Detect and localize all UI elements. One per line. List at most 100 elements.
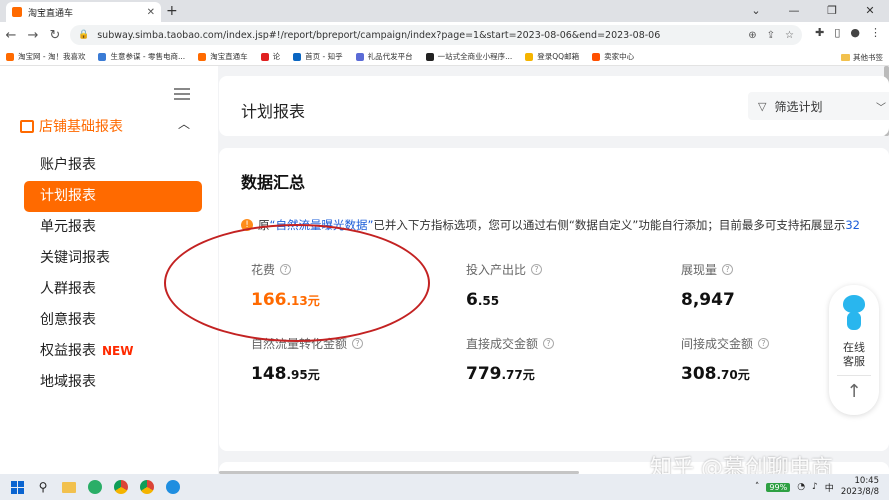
profile-icon[interactable]: ● bbox=[850, 26, 860, 39]
folder-icon bbox=[841, 54, 850, 61]
bookmark-icon bbox=[98, 52, 107, 61]
sidebar-group-label: 店铺基础报表 bbox=[39, 119, 123, 135]
sidebar-item-campaign-report[interactable]: 计划报表 bbox=[24, 181, 202, 212]
sidebar-item-account-report[interactable]: 账户报表 bbox=[24, 150, 202, 181]
new-badge: NEW bbox=[102, 344, 134, 358]
header-card: 计划报表 ▽ 筛选计划 ﹀ bbox=[219, 76, 889, 136]
bookmarks-bar: 淘宝网 - 淘！我喜欢 生意参谋 - 零售电商... 淘宝直通车 论 首页 - … bbox=[0, 48, 889, 66]
extensions-icon[interactable]: ✚ bbox=[815, 26, 824, 39]
sidebar-item-creative-report[interactable]: 创意报表 bbox=[24, 305, 202, 336]
filter-campaign-select[interactable]: ▽ 筛选计划 ﹀ bbox=[748, 92, 889, 120]
clock[interactable]: 10:45 2023/8/8 bbox=[841, 476, 879, 498]
tab-title: 淘宝直通车 bbox=[28, 8, 74, 19]
window-controls: ⌄ — ❐ ✕ bbox=[737, 0, 889, 22]
sidebar-item-unit-report[interactable]: 单元报表 bbox=[24, 212, 202, 243]
bookmark-icon bbox=[592, 52, 601, 61]
input-method-icon[interactable]: 中 bbox=[825, 481, 834, 494]
menu-icon[interactable]: ⋮ bbox=[870, 26, 881, 39]
battery-indicator[interactable]: 99% bbox=[766, 482, 791, 492]
chrome-icon[interactable] bbox=[112, 478, 130, 496]
help-icon[interactable]: ? bbox=[543, 338, 555, 349]
sidebar-item-benefit-report[interactable]: 权益报表 NEW bbox=[24, 336, 202, 367]
url-text: subway.simba.taobao.com/index.jsp#!/repo… bbox=[97, 29, 661, 41]
metric-label: 投入产出比 bbox=[466, 263, 527, 277]
volume-icon[interactable]: ♪ bbox=[812, 482, 818, 492]
mascot-icon bbox=[841, 295, 867, 335]
bookmark-icon bbox=[355, 52, 364, 61]
metric-label: 间接成交金额 bbox=[681, 337, 754, 351]
bookmark-item[interactable]: 登录QQ邮箱 bbox=[525, 51, 579, 62]
bookmark-item[interactable]: 礼品代发平台 bbox=[355, 51, 413, 62]
file-explorer-icon[interactable] bbox=[60, 478, 78, 496]
metric-roi: 投入产出比? 6.55 bbox=[466, 261, 656, 310]
windows-start-icon[interactable] bbox=[8, 478, 26, 496]
bookmark-item[interactable]: 论 bbox=[260, 51, 280, 62]
divider bbox=[837, 375, 871, 376]
wechat-icon[interactable] bbox=[86, 478, 104, 496]
edge-icon[interactable] bbox=[164, 478, 182, 496]
url-input[interactable]: 🔒 subway.simba.taobao.com/index.jsp#!/re… bbox=[70, 25, 802, 45]
annotation-oval bbox=[164, 224, 430, 342]
minimize-icon[interactable]: — bbox=[775, 0, 813, 22]
metric-direct-gmv: 直接成交金额? 779.77元 bbox=[466, 335, 656, 384]
back-to-top-icon[interactable]: ↑ bbox=[829, 381, 879, 402]
online-service-widget[interactable]: 在线 客服 ↑ bbox=[829, 285, 879, 415]
bookmark-item[interactable]: 首页 - 知乎 bbox=[293, 51, 343, 62]
browser-tab[interactable]: 淘宝直通车 ✕ bbox=[6, 2, 161, 22]
sidebar-icon[interactable]: ▯ bbox=[834, 26, 840, 39]
chevron-down-icon: ﹀ bbox=[876, 102, 886, 114]
sidebar-item-region-report[interactable]: 地域报表 bbox=[24, 367, 202, 398]
lock-icon: 🔒 bbox=[78, 30, 90, 40]
bookmark-item[interactable]: 淘宝直通车 bbox=[198, 51, 248, 62]
chevron-down-icon[interactable]: ⌄ bbox=[737, 0, 775, 22]
reload-icon[interactable]: ↻ bbox=[44, 28, 66, 43]
maximize-icon[interactable]: ❐ bbox=[813, 0, 851, 22]
bookmark-icon bbox=[425, 52, 434, 61]
service-label: 在线 客服 bbox=[843, 341, 865, 368]
bookmark-icon bbox=[198, 52, 207, 61]
tab-close-icon[interactable]: ✕ bbox=[147, 7, 155, 18]
page-title: 计划报表 bbox=[241, 102, 306, 121]
close-window-icon[interactable]: ✕ bbox=[851, 0, 889, 22]
taobao-favicon-icon bbox=[12, 7, 22, 17]
browser-toolbar: ✚ ▯ ● ⋮ bbox=[815, 26, 881, 39]
collapse-menu-icon[interactable] bbox=[174, 88, 190, 102]
help-icon[interactable]: ? bbox=[758, 338, 770, 349]
search-icon[interactable]: ⚲ bbox=[34, 478, 52, 496]
funnel-icon: ▽ bbox=[758, 99, 767, 113]
metric-value: 6.55 bbox=[466, 290, 500, 310]
other-bookmarks[interactable]: 其他书签 bbox=[841, 52, 883, 63]
address-bar-row: ← → ↻ 🔒 subway.simba.taobao.com/index.js… bbox=[0, 22, 889, 48]
sidebar-group-store-reports[interactable]: 店铺基础报表 ︿ bbox=[20, 116, 190, 136]
share-icon[interactable]: ⇪ bbox=[767, 30, 775, 41]
star-icon[interactable]: ☆ bbox=[785, 30, 794, 41]
system-tray: ˄ 99% ◔ ♪ 中 10:45 2023/8/8 bbox=[755, 474, 879, 500]
bookmark-item[interactable]: 淘宝网 - 淘！我喜欢 bbox=[6, 51, 85, 62]
bookmark-icon bbox=[260, 52, 269, 61]
new-tab-icon[interactable]: + bbox=[166, 3, 178, 19]
notice-text: 已并入下方指标选项，您可以通过右侧“数据自定义”功能自行添加；目前最多可支持拓展… bbox=[373, 218, 846, 232]
taskbar: ⚲ ˄ 99% ◔ ♪ 中 10:45 2023/8/8 bbox=[0, 474, 889, 500]
bookmark-item[interactable]: 生意参谋 - 零售电商... bbox=[98, 51, 185, 62]
metric-natural-conversion: 自然流量转化金额? 148.95元 bbox=[251, 335, 441, 384]
bookmark-item[interactable]: 卖家中心 bbox=[592, 51, 634, 62]
help-icon[interactable]: ? bbox=[352, 338, 364, 349]
bookmark-item[interactable]: 一站式全商业小程序... bbox=[425, 51, 512, 62]
metric-label: 直接成交金额 bbox=[466, 337, 539, 351]
help-icon[interactable]: ? bbox=[531, 264, 543, 275]
chevron-up-icon[interactable]: ︿ bbox=[178, 115, 190, 132]
help-icon[interactable]: ? bbox=[722, 264, 734, 275]
bookmark-icon bbox=[525, 52, 534, 61]
chrome-icon[interactable] bbox=[138, 478, 156, 496]
browser-tab-bar: 淘宝直通车 ✕ + ⌄ — ❐ ✕ bbox=[0, 0, 889, 22]
notice-tail: 32 bbox=[845, 218, 860, 232]
wifi-icon[interactable]: ◔ bbox=[797, 482, 805, 492]
back-icon[interactable]: ← bbox=[0, 28, 22, 43]
metric-value: 779.77元 bbox=[466, 364, 535, 384]
store-icon bbox=[20, 119, 34, 133]
zoom-icon[interactable]: ⊕ bbox=[748, 30, 756, 41]
chevron-up-icon[interactable]: ˄ bbox=[755, 482, 760, 492]
metric-label: 展现量 bbox=[681, 263, 718, 277]
forward-icon[interactable]: → bbox=[22, 28, 44, 43]
metric-value: 148.95元 bbox=[251, 364, 320, 384]
